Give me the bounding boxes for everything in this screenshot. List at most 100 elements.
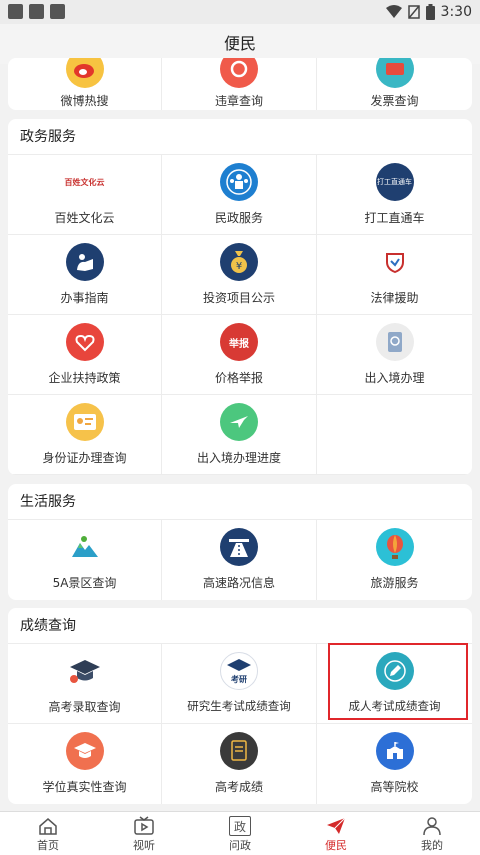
tv-icon: [134, 816, 154, 835]
service-enterprise-support[interactable]: 企业扶持政策: [8, 315, 162, 395]
pencil-icon: [375, 652, 414, 690]
home-icon: [39, 818, 57, 835]
university-icon: [375, 732, 414, 770]
logo-text: 考研: [231, 674, 247, 684]
service-invoice-query[interactable]: 发票查询: [317, 58, 472, 110]
service-label: 出入境办理进度: [196, 451, 281, 465]
status-time: 3:30: [440, 4, 472, 20]
svg-text:¥: ¥: [236, 261, 242, 272]
tab-home[interactable]: 首页: [0, 812, 96, 855]
enterprise-support-icon: [65, 323, 104, 361]
gov-services-card: 政务服务 百姓文化云 百姓文化云 民政服务 打工直通车 打工直通车 办事指南 ¥…: [8, 119, 472, 475]
logo-text: 百姓文化云: [64, 177, 105, 187]
service-scenic-query[interactable]: 5A景区查询: [8, 520, 162, 600]
service-highway-info[interactable]: 高速路况信息: [162, 520, 317, 600]
service-legal-aid[interactable]: 法律援助: [317, 235, 472, 315]
service-violation-query[interactable]: 违章查询: [162, 58, 317, 110]
tab-label: 便民: [325, 839, 347, 852]
service-label: 学位真实性查询: [42, 780, 127, 794]
send-icon: [327, 817, 346, 834]
service-weibo-hot[interactable]: 微博热搜: [8, 58, 162, 110]
service-civil-affairs[interactable]: 民政服务: [162, 155, 317, 235]
tab-label: 首页: [37, 839, 59, 852]
service-label: 微博热搜: [60, 94, 109, 108]
service-label: 违章查询: [214, 94, 263, 108]
degree-cap-icon: [65, 732, 104, 770]
legal-aid-icon: [375, 243, 414, 281]
service-label: 研究生考试成绩查询: [187, 699, 291, 713]
service-guide[interactable]: 办事指南: [8, 235, 162, 315]
service-passport[interactable]: 出入境办理: [317, 315, 472, 395]
section-title: 成绩查询: [8, 608, 472, 644]
service-investment[interactable]: ¥ 投资项目公示: [162, 235, 317, 315]
service-label: 打工直通车: [364, 211, 425, 225]
notification-icon: [29, 4, 44, 19]
id-card-icon: [65, 403, 104, 441]
service-label: 高速路况信息: [202, 576, 275, 590]
service-worker-bus[interactable]: 打工直通车 打工直通车: [317, 155, 472, 235]
weibo-icon: [65, 58, 104, 88]
top-services-card: 微博热搜 违章查询 发票查询: [8, 58, 472, 110]
tab-label: 视听: [133, 839, 155, 852]
service-label: 投资项目公示: [202, 291, 275, 305]
battery-icon: [425, 4, 435, 20]
service-travel[interactable]: 旅游服务: [317, 520, 472, 600]
service-gaokao-admission[interactable]: 高考录取查询: [8, 644, 162, 724]
life-services-card: 生活服务 5A景区查询 高速路况信息 旅游服务: [8, 484, 472, 600]
culture-cloud-logo: 百姓文化云: [55, 163, 115, 201]
service-label: 高考成绩: [214, 780, 263, 794]
politics-icon: 政: [229, 816, 251, 836]
scores-card: 成绩查询 高考录取查询 考研 研究生考试成绩查询 成人考试成绩查询 学位真实性查…: [8, 608, 472, 804]
service-label: 高等院校: [370, 780, 419, 794]
user-icon: [423, 817, 441, 836]
service-gaokao-score[interactable]: 高考成绩: [162, 724, 317, 804]
service-label: 高考录取查询: [48, 700, 121, 714]
service-label: 旅游服务: [370, 576, 419, 590]
tab-mine[interactable]: 我的: [384, 812, 480, 855]
tab-label: 我的: [421, 839, 443, 852]
section-title: 生活服务: [8, 484, 472, 520]
service-label: 价格举报: [214, 371, 263, 385]
service-label: 办事指南: [60, 291, 109, 305]
logo-text: 打工直通车: [377, 178, 412, 186]
service-culture-cloud[interactable]: 百姓文化云 百姓文化云: [8, 155, 162, 235]
service-label: 发票查询: [370, 94, 419, 108]
guide-icon: [65, 243, 104, 281]
service-label: 民政服务: [214, 211, 263, 225]
tab-label: 问政: [229, 839, 251, 852]
service-postgrad-score[interactable]: 考研 研究生考试成绩查询: [162, 644, 317, 724]
service-exit-entry-progress[interactable]: 出入境办理进度: [162, 395, 317, 475]
scenic-icon: [65, 528, 104, 566]
balloon-icon: [375, 528, 414, 566]
worker-bus-icon: 打工直通车: [375, 163, 414, 201]
service-label: 身份证办理查询: [42, 451, 127, 465]
sim-icon: [407, 5, 420, 19]
score-report-icon: [220, 732, 258, 770]
tab-politics[interactable]: 政 问政: [192, 812, 288, 855]
service-label: 企业扶持政策: [48, 371, 121, 385]
highway-icon: [220, 528, 258, 566]
empty-cell: [317, 395, 472, 475]
violation-icon: [220, 58, 258, 88]
postgrad-icon: 考研: [220, 652, 258, 690]
tab-video[interactable]: 视听: [96, 812, 192, 855]
invoice-icon: [375, 58, 414, 88]
service-adult-exam-score[interactable]: 成人考试成绩查询: [317, 644, 472, 724]
service-label: 百姓文化云: [54, 211, 115, 225]
service-label: 出入境办理: [364, 371, 425, 385]
wifi-icon: [385, 5, 402, 18]
service-degree-verify[interactable]: 学位真实性查询: [8, 724, 162, 804]
price-report-icon: 举报: [220, 323, 258, 361]
civil-affairs-icon: [220, 163, 258, 201]
graduation-cap-icon: [65, 652, 104, 690]
section-title: 政务服务: [8, 119, 472, 155]
service-label: 成人考试成绩查询: [348, 699, 441, 713]
service-universities[interactable]: 高等院校: [317, 724, 472, 804]
service-price-report[interactable]: 举报 价格举报: [162, 315, 317, 395]
passport-icon: [375, 323, 414, 361]
airplane-icon: [220, 403, 258, 441]
service-label: 5A景区查询: [52, 576, 117, 590]
tab-convenience[interactable]: 便民: [288, 812, 384, 855]
bottom-tab-bar: 首页 视听 政 问政 便民 我的: [0, 811, 480, 855]
service-id-card[interactable]: 身份证办理查询: [8, 395, 162, 475]
